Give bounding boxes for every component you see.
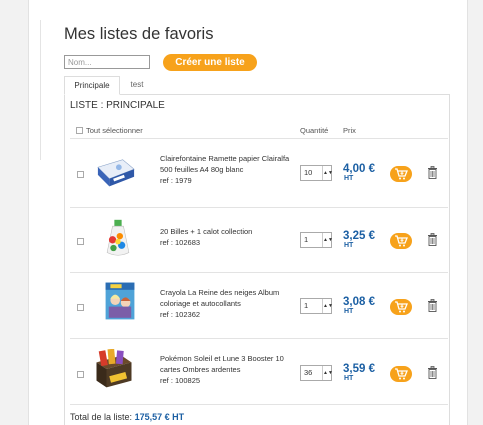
list-name-input[interactable] [64, 55, 150, 69]
quantity-select[interactable]: 1 ▲▼ [300, 298, 333, 314]
item-description: Crayola La Reine des neiges Album colori… [160, 287, 290, 320]
quantity-value: 36 [304, 368, 313, 377]
select-all-checkbox[interactable] [76, 127, 83, 134]
item-checkbox[interactable] [77, 171, 84, 178]
add-to-cart-button[interactable] [390, 366, 412, 382]
item-price: 4,00 € HT [343, 163, 375, 182]
item-description: 20 Billes + 1 calot collection ref : 102… [160, 226, 290, 248]
item-price: 3,59 € HT [343, 363, 375, 382]
item-name[interactable]: Crayola La Reine des neiges Album colori… [160, 288, 279, 308]
chevron-down-icon[interactable]: ▲▼ [322, 233, 333, 247]
row-divider [70, 207, 448, 208]
add-to-cart-button[interactable] [390, 299, 412, 315]
paper-ream-icon[interactable] [96, 153, 136, 193]
row-divider [70, 338, 448, 339]
cart-icon [395, 235, 408, 247]
tab-test[interactable]: test [120, 76, 154, 95]
cart-icon [395, 368, 408, 380]
side-divider [40, 20, 41, 160]
marbles-bag-icon[interactable] [98, 218, 138, 258]
item-ref: ref : 1979 [160, 176, 192, 185]
list-title: LISTE : PRINCIPALE [70, 100, 165, 111]
select-all-label: Tout sélectionner [86, 126, 143, 135]
item-checkbox[interactable] [77, 304, 84, 311]
item-price-value: 3,08 € [343, 296, 375, 308]
column-header-price: Prix [343, 126, 356, 135]
column-header-quantity: Quantité [300, 126, 329, 135]
booster-box-icon[interactable] [94, 349, 134, 389]
item-ref: ref : 102683 [160, 238, 201, 247]
item-name[interactable]: Clairefontaine Ramette papier Clairalfa … [160, 154, 289, 174]
quantity-value: 10 [304, 168, 313, 177]
quantity-select[interactable]: 36 ▲▼ [300, 365, 333, 381]
trash-icon[interactable] [427, 299, 438, 312]
total-amount: 175,57 € HT [134, 412, 185, 422]
row-divider [70, 138, 448, 139]
item-price-suffix: HT [344, 175, 354, 182]
item-checkbox[interactable] [77, 371, 84, 378]
item-name[interactable]: 20 Billes + 1 calot collection [160, 227, 252, 236]
item-price: 3,08 € HT [343, 296, 375, 315]
page-title: Mes listes de favoris [64, 25, 214, 43]
select-all[interactable]: Tout sélectionner [76, 126, 143, 135]
add-to-cart-button[interactable] [390, 233, 412, 249]
item-price-value: 3,59 € [343, 363, 375, 375]
chevron-down-icon[interactable]: ▲▼ [322, 366, 333, 380]
item-price-suffix: HT [344, 375, 354, 382]
quantity-value: 1 [304, 301, 309, 310]
quantity-select[interactable]: 1 ▲▼ [300, 232, 333, 248]
item-description: Pokémon Soleil et Lune 3 Booster 10 cart… [160, 353, 290, 386]
cart-icon [395, 301, 408, 313]
item-price-suffix: HT [344, 308, 354, 315]
item-ref: ref : 102362 [160, 310, 201, 319]
row-divider [70, 404, 448, 405]
item-price: 3,25 € HT [343, 230, 375, 249]
create-list-button[interactable]: Créer une liste [163, 54, 257, 71]
add-to-cart-button[interactable] [390, 166, 412, 182]
quantity-value: 1 [304, 235, 309, 244]
trash-icon[interactable] [427, 166, 438, 179]
item-price-value: 3,25 € [343, 230, 375, 242]
trash-icon[interactable] [427, 233, 438, 246]
item-price-value: 4,00 € [343, 163, 375, 175]
list-total: Total de la liste: 175,57 € HT [70, 412, 184, 422]
row-divider [70, 272, 448, 273]
item-description: Clairefontaine Ramette papier Clairalfa … [160, 153, 290, 186]
item-ref: ref : 100825 [160, 376, 201, 385]
item-price-suffix: HT [344, 242, 354, 249]
item-name[interactable]: Pokémon Soleil et Lune 3 Booster 10 cart… [160, 354, 284, 374]
coloring-book-icon[interactable] [100, 281, 140, 321]
cart-icon [395, 168, 408, 180]
item-checkbox[interactable] [77, 238, 84, 245]
chevron-down-icon[interactable]: ▲▼ [322, 299, 333, 313]
total-label: Total de la liste: [70, 412, 133, 422]
quantity-select[interactable]: 10 ▲▼ [300, 165, 333, 181]
chevron-down-icon[interactable]: ▲▼ [322, 166, 333, 180]
tab-principale[interactable]: Principale [64, 76, 120, 95]
trash-icon[interactable] [427, 366, 438, 379]
